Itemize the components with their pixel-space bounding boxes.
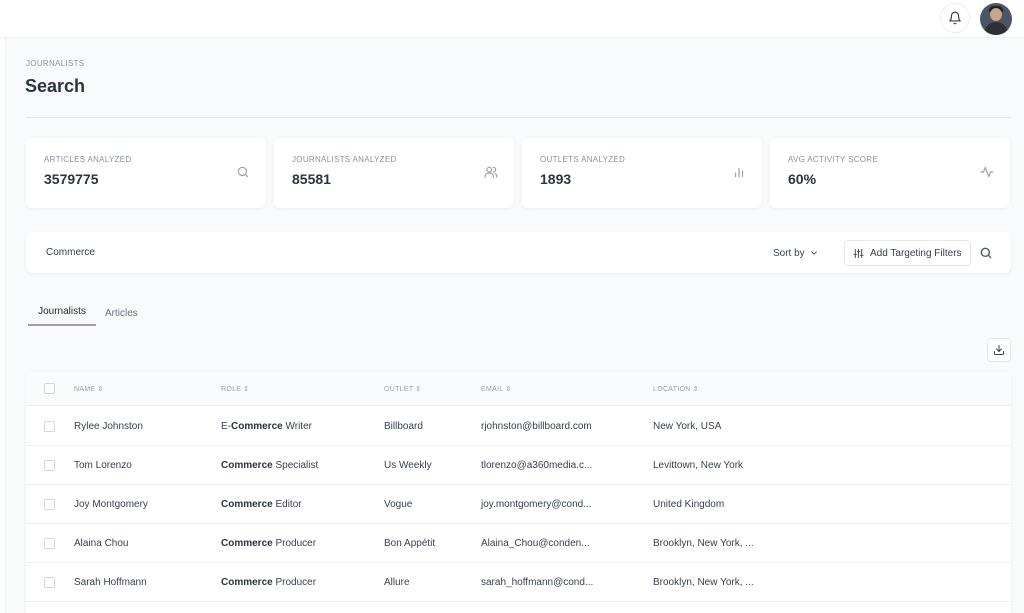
bell-icon: [949, 11, 961, 25]
cell-role: Commerce Producer: [221, 538, 317, 549]
cell-name[interactable]: Rylee Johnston: [74, 421, 143, 432]
divider: [26, 117, 1011, 118]
row-checkbox[interactable]: [44, 499, 55, 510]
cell-location: United Kingdom: [653, 499, 725, 510]
breadcrumb[interactable]: JOURNALISTS: [26, 59, 84, 68]
cell-outlet: Allure: [384, 577, 410, 588]
sort-by-label: Sort by: [773, 247, 805, 259]
bar-chart-icon: [734, 167, 744, 178]
journalists-table: NAME ⇕ ROLE ⇕ OUTLET ⇕ EMAIL ⇕ LOCATION ⇕ Ryl…: [26, 372, 1011, 613]
top-bar: [0, 0, 1024, 38]
stat-value: 1893: [540, 171, 572, 187]
column-header-name[interactable]: NAME ⇕: [74, 385, 104, 393]
sliders-icon: [853, 248, 864, 258]
cell-email: joy.montgomery@cond...: [481, 499, 592, 510]
table-row[interactable]: Joy Montgomery Commerce Editor Vogue joy…: [26, 485, 1011, 524]
cell-name[interactable]: Joy Montgomery: [74, 499, 148, 510]
cell-outlet: Us Weekly: [384, 460, 432, 471]
tab-journalists[interactable]: Journalists: [28, 302, 96, 326]
column-header-email[interactable]: EMAIL ⇕: [481, 385, 512, 393]
sidebar-edge: [0, 38, 6, 613]
filters-label: Add Targeting Filters: [870, 247, 962, 259]
activity-icon: [980, 166, 994, 178]
cell-role: Commerce Specialist: [221, 460, 319, 471]
users-icon: [484, 166, 498, 178]
search-icon[interactable]: [978, 245, 994, 261]
stat-card-articles: ARTICLES ANALYZED 3579775: [26, 138, 266, 208]
cell-location: Brooklyn, New York, ...: [653, 577, 754, 588]
sort-by-dropdown[interactable]: Sort by: [773, 242, 819, 264]
cell-name[interactable]: Alaina Chou: [74, 538, 128, 549]
column-header-outlet[interactable]: OUTLET ⇕: [384, 385, 422, 393]
cell-outlet: Vogue: [384, 499, 413, 510]
table-header: NAME ⇕ ROLE ⇕ OUTLET ⇕ EMAIL ⇕ LOCATION ⇕: [26, 372, 1011, 406]
table-row[interactable]: Alaina Chou Commerce Producer Bon Appéti…: [26, 524, 1011, 563]
row-checkbox[interactable]: [44, 460, 55, 471]
row-checkbox[interactable]: [44, 421, 55, 432]
cell-email: tlorenzo@a360media.c...: [481, 460, 593, 471]
cell-role: Commerce Editor: [221, 499, 302, 510]
stat-value: 85581: [292, 171, 331, 187]
download-button[interactable]: [987, 338, 1011, 362]
select-all-checkbox[interactable]: [44, 383, 55, 394]
table-row[interactable]: Rylee Johnston E-Commerce Writer Billboa…: [26, 407, 1011, 446]
cell-role: E-Commerce Writer: [221, 421, 312, 432]
search-query[interactable]: Commerce: [46, 247, 95, 258]
stat-card-activity: AVG ACTIVITY SCORE 60%: [770, 138, 1010, 208]
tab-articles[interactable]: Articles: [105, 304, 138, 328]
avatar[interactable]: [980, 3, 1012, 35]
table-row[interactable]: Sarah Hoffmann Commerce Producer Allure …: [26, 563, 1011, 602]
download-icon: [994, 345, 1004, 355]
cell-email: sarah_hoffmann@cond...: [481, 577, 594, 588]
cell-email: Alaina_Chou@conden...: [481, 538, 590, 549]
cell-name[interactable]: Sarah Hoffmann: [74, 577, 147, 588]
stat-label: OUTLETS ANALYZED: [540, 155, 626, 164]
row-checkbox[interactable]: [44, 577, 55, 588]
avatar-head: [990, 8, 1002, 21]
page-title: Search: [25, 76, 86, 96]
stat-value: 3579775: [44, 171, 99, 187]
column-header-role[interactable]: ROLE ⇕: [221, 385, 249, 393]
cell-outlet: Billboard: [384, 421, 423, 432]
row-checkbox[interactable]: [44, 538, 55, 549]
cell-name[interactable]: Tom Lorenzo: [74, 460, 132, 471]
stat-card-journalists: JOURNALISTS ANALYZED 85581: [274, 138, 514, 208]
cell-role: Commerce Producer: [221, 577, 317, 588]
cell-location: Levittown, New York: [653, 460, 744, 471]
cell-email: rjohnston@billboard.com: [481, 421, 592, 432]
stat-label: AVG ACTIVITY SCORE: [788, 155, 879, 164]
cell-outlet: Bon Appétit: [384, 538, 436, 549]
table-row[interactable]: Tom Lorenzo Commerce Specialist Us Weekl…: [26, 446, 1011, 485]
search-icon: [237, 166, 249, 178]
stat-label: ARTICLES ANALYZED: [44, 155, 132, 164]
cell-location: Brooklyn, New York, ...: [653, 538, 754, 549]
add-targeting-filters-button[interactable]: Add Targeting Filters: [844, 240, 971, 266]
stat-value: 60%: [788, 171, 817, 187]
avatar-body: [984, 22, 1008, 35]
chevron-down-icon: [810, 251, 817, 255]
stat-label: JOURNALISTS ANALYZED: [292, 155, 397, 164]
search-bar: Commerce Sort by Add Targeting Filters: [26, 232, 1011, 273]
stat-card-outlets: OUTLETS ANALYZED 1893: [522, 138, 762, 208]
column-header-location[interactable]: LOCATION ⇕: [653, 385, 699, 393]
notifications-button[interactable]: [940, 3, 970, 33]
cell-location: New York, USA: [653, 421, 722, 432]
